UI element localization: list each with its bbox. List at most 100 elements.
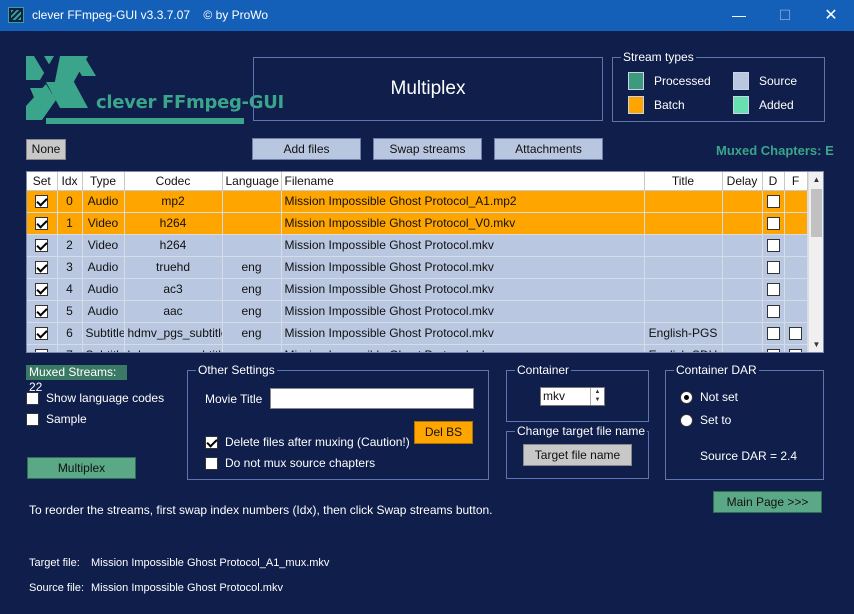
sample-checkbox[interactable]: Sample <box>26 412 87 426</box>
delay-cell[interactable] <box>722 278 763 301</box>
attachments-button[interactable]: Attachments <box>494 138 603 160</box>
add-files-button[interactable]: Add files <box>252 138 361 160</box>
table-row[interactable]: 4 Audio ac3 eng Mission Impossible Ghost Pro… <box>27 278 808 301</box>
column-header-set[interactable]: Set <box>27 172 58 191</box>
f-cell[interactable] <box>784 190 808 213</box>
column-header-language[interactable]: Language <box>222 172 282 191</box>
d-cell[interactable] <box>762 300 785 323</box>
title-cell[interactable] <box>644 190 723 213</box>
f-cell[interactable] <box>784 322 808 345</box>
column-header-codec[interactable]: Codec <box>124 172 223 191</box>
checkbox-checked-icon[interactable] <box>35 261 49 275</box>
f-cell[interactable] <box>784 300 808 323</box>
set-cell[interactable] <box>27 278 58 301</box>
d-cell[interactable] <box>762 322 785 345</box>
checkbox-icon[interactable] <box>789 327 802 341</box>
title-cell[interactable] <box>644 278 723 301</box>
d-cell[interactable] <box>762 256 785 279</box>
f-cell[interactable] <box>784 234 808 257</box>
idx-cell[interactable]: 0 <box>57 190 83 213</box>
checkbox-icon[interactable] <box>766 327 780 341</box>
scroll-thumb[interactable] <box>811 189 822 237</box>
delay-cell[interactable] <box>722 344 763 352</box>
checkbox-icon[interactable] <box>205 456 218 470</box>
delay-cell[interactable] <box>722 300 763 323</box>
delay-cell[interactable] <box>722 256 763 279</box>
column-header-type[interactable]: Type <box>82 172 125 191</box>
title-cell[interactable] <box>644 300 723 323</box>
radio-selected-icon[interactable] <box>680 390 693 404</box>
language-cell[interactable]: eng <box>222 300 282 323</box>
checkbox-checked-icon[interactable] <box>35 283 49 297</box>
f-cell[interactable] <box>784 212 808 235</box>
language-cell[interactable] <box>222 190 282 213</box>
f-cell[interactable] <box>784 278 808 301</box>
delay-cell[interactable] <box>722 190 763 213</box>
streams-table[interactable]: Set Idx Type Codec Language Filename Tit… <box>26 171 824 353</box>
d-cell[interactable] <box>762 190 785 213</box>
checkbox-icon[interactable] <box>789 349 802 352</box>
table-row[interactable]: 5 Audio aac eng Mission Impossible Ghost Pro… <box>27 300 808 323</box>
checkbox-icon[interactable] <box>766 239 780 253</box>
set-cell[interactable] <box>27 190 58 213</box>
dar-not-set-radio[interactable]: Not set <box>680 390 738 404</box>
language-cell[interactable]: eng <box>222 344 282 352</box>
title-cell[interactable] <box>644 234 723 257</box>
show-language-codes-checkbox[interactable]: Show language codes <box>26 391 164 405</box>
delay-cell[interactable] <box>722 234 763 257</box>
d-cell[interactable] <box>762 234 785 257</box>
main-page-button[interactable]: Main Page >>> <box>713 491 822 513</box>
table-row[interactable]: 0 Audio mp2 Mission Impossible Ghost Protoc… <box>27 190 808 213</box>
swap-streams-button[interactable]: Swap streams <box>373 138 482 160</box>
maximize-button[interactable]: ☐ <box>762 0 808 31</box>
set-cell[interactable] <box>27 300 58 323</box>
checkbox-checked-icon[interactable] <box>35 195 49 209</box>
idx-cell[interactable]: 6 <box>57 322 83 345</box>
checkbox-icon[interactable] <box>766 217 780 231</box>
checkbox-icon[interactable] <box>26 391 39 405</box>
language-cell[interactable]: eng <box>222 322 282 345</box>
f-cell[interactable] <box>784 256 808 279</box>
table-row[interactable]: 6 Subtitle hdmv_pgs_subtitle eng Mission Imp… <box>27 322 808 345</box>
checkbox-icon[interactable] <box>26 412 39 426</box>
title-cell[interactable]: English-PGS <box>644 322 723 345</box>
language-cell[interactable]: eng <box>222 256 282 279</box>
checkbox-checked-icon[interactable] <box>35 327 49 341</box>
f-cell[interactable] <box>784 344 808 352</box>
title-cell[interactable]: English-SDH <box>644 344 723 352</box>
table-row[interactable]: 2 Video h264 Mission Impossible Ghost Proto… <box>27 234 808 257</box>
checkbox-checked-icon[interactable] <box>35 239 49 253</box>
language-cell[interactable]: eng <box>222 278 282 301</box>
language-cell[interactable] <box>222 212 282 235</box>
table-scrollbar[interactable]: ▲ ▼ <box>808 172 823 352</box>
checkbox-checked-icon[interactable] <box>35 349 49 352</box>
set-cell[interactable] <box>27 322 58 345</box>
checkbox-checked-icon[interactable] <box>205 435 218 449</box>
set-cell[interactable] <box>27 256 58 279</box>
table-row[interactable]: 1 Video h264 Mission Impossible Ghost Proto… <box>27 212 808 235</box>
column-header-d[interactable]: D <box>762 172 785 191</box>
column-header-title[interactable]: Title <box>644 172 723 191</box>
set-cell[interactable] <box>27 234 58 257</box>
title-cell[interactable] <box>644 212 723 235</box>
dar-set-to-radio[interactable]: Set to <box>680 413 731 427</box>
checkbox-icon[interactable] <box>766 261 780 275</box>
d-cell[interactable] <box>762 344 785 352</box>
container-format-spinner[interactable]: mkv ▲ ▼ <box>540 387 605 406</box>
no-mux-chapters-checkbox[interactable]: Do not mux source chapters <box>205 456 375 470</box>
spinner-arrows-icon[interactable]: ▲ ▼ <box>590 388 604 405</box>
minimize-button[interactable]: — <box>716 0 762 31</box>
column-header-f[interactable]: F <box>784 172 808 191</box>
idx-cell[interactable]: 1 <box>57 212 83 235</box>
scroll-up-icon[interactable]: ▲ <box>809 172 824 187</box>
multiplex-button[interactable]: Multiplex <box>27 457 136 479</box>
close-button[interactable]: ✕ <box>808 0 854 31</box>
checkbox-checked-icon[interactable] <box>35 217 49 231</box>
idx-cell[interactable]: 7 <box>57 344 83 352</box>
d-cell[interactable] <box>762 278 785 301</box>
del-bs-button[interactable]: Del BS <box>414 421 473 444</box>
idx-cell[interactable]: 5 <box>57 300 83 323</box>
checkbox-icon[interactable] <box>766 195 780 209</box>
target-file-name-button[interactable]: Target file name <box>523 444 632 466</box>
delete-files-checkbox[interactable]: Delete files after muxing (Caution!) <box>205 435 410 449</box>
